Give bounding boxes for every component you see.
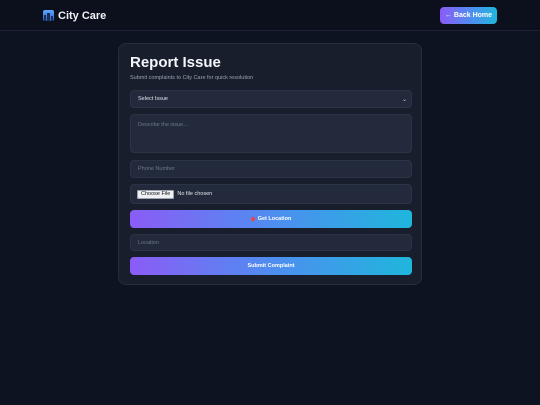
brand-name: City Care: [58, 9, 107, 22]
phone-placeholder: Phone Number: [138, 166, 175, 172]
description-textarea[interactable]: Describe the issue...: [130, 114, 412, 153]
description-placeholder: Describe the issue...: [138, 122, 188, 128]
location-placeholder: Location: [138, 239, 159, 246]
back-home-button[interactable]: ← Back Home: [440, 7, 497, 24]
file-upload-input: Choose File No file chosen: [130, 184, 412, 204]
phone-number-input[interactable]: Phone Number: [130, 160, 412, 178]
choose-file-button[interactable]: Choose File: [137, 189, 175, 199]
get-location-button[interactable]: Get Location: [130, 210, 412, 228]
submit-label: Submit Complaint: [247, 263, 295, 269]
top-navbar: City Care ← Back Home: [0, 0, 540, 31]
back-home-label: Back Home: [453, 12, 493, 19]
page-title: Report Issue: [130, 54, 221, 71]
page-subtitle: Submit complaints to City Care for quick…: [130, 75, 254, 81]
file-status: No file chosen: [177, 191, 213, 197]
location-input[interactable]: Location: [130, 234, 412, 251]
report-issue-card: Report Issue Submit complaints to City C…: [118, 43, 422, 285]
get-location-label: Get Location: [257, 216, 292, 222]
map-pin-icon: [251, 217, 255, 222]
arrow-left-icon: ←: [444, 12, 452, 19]
cityscape-icon: [43, 10, 54, 21]
chevron-down-icon: ⌄: [401, 96, 407, 103]
issue-type-select[interactable]: Select Issue ⌄: [130, 90, 412, 108]
submit-complaint-button[interactable]: Submit Complaint: [130, 257, 412, 275]
brand-logo[interactable]: City Care: [43, 8, 106, 23]
issue-select-value: Select Issue: [138, 96, 168, 102]
